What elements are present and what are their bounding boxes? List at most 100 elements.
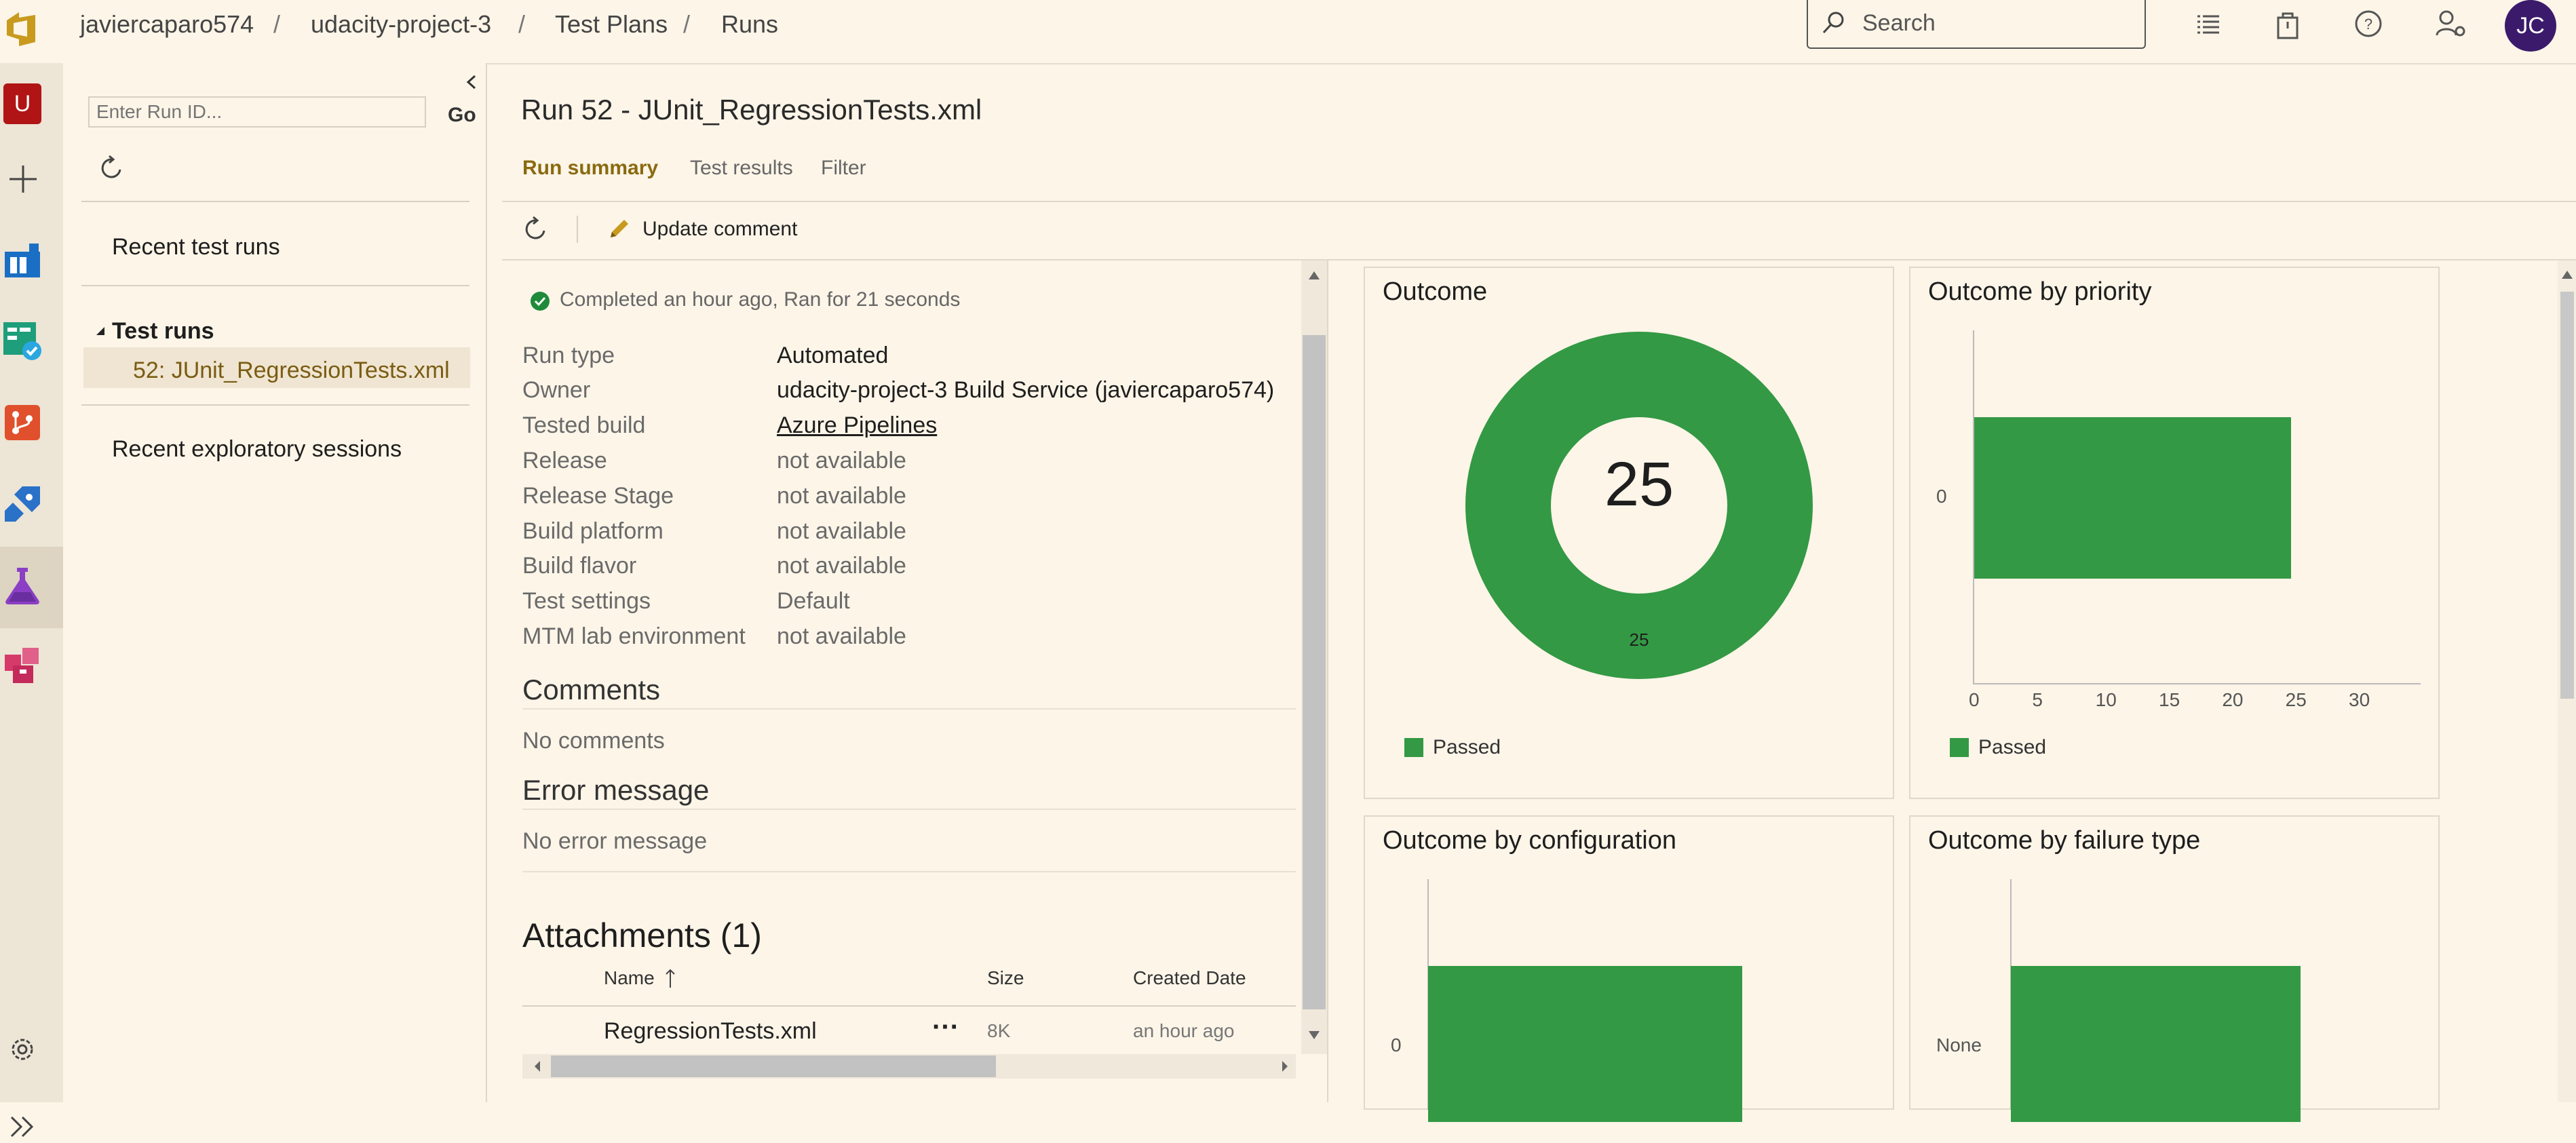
breadcrumb-org[interactable]: javiercaparo574 bbox=[80, 9, 254, 39]
org-avatar[interactable]: U bbox=[3, 83, 41, 124]
bar-passed bbox=[1974, 417, 2291, 579]
boards-icon[interactable] bbox=[2, 321, 43, 362]
x-tick-label: 10 bbox=[2095, 689, 2117, 710]
vertical-scrollbar-thumb[interactable] bbox=[1303, 335, 1326, 1009]
project-settings-gear-icon[interactable] bbox=[6, 1033, 39, 1066]
bar-passed bbox=[1428, 966, 1743, 1122]
x-tick-label: 25 bbox=[2285, 689, 2307, 710]
detail-key: MTM lab environment bbox=[522, 623, 746, 649]
update-comment-button[interactable]: Update comment bbox=[642, 216, 797, 243]
user-settings-icon[interactable] bbox=[2434, 8, 2467, 39]
page-title: Run 52 - JUnit_RegressionTests.xml bbox=[521, 94, 982, 125]
refresh-run-icon[interactable] bbox=[521, 214, 551, 244]
svg-text:?: ? bbox=[2364, 16, 2372, 33]
recent-test-runs-link[interactable]: Recent test runs bbox=[112, 232, 280, 262]
scroll-up-icon[interactable] bbox=[2560, 269, 2574, 281]
repos-icon[interactable] bbox=[3, 404, 41, 442]
attachments-column-name[interactable]: Name bbox=[604, 966, 655, 990]
expand-rail-icon[interactable] bbox=[6, 1113, 39, 1140]
toolbar-bottom-divider bbox=[502, 259, 2576, 260]
add-icon[interactable] bbox=[7, 163, 39, 195]
recent-exploratory-sessions-link[interactable]: Recent exploratory sessions bbox=[112, 434, 402, 464]
detail-value: not available bbox=[777, 448, 906, 473]
attachments-column-created[interactable]: Created Date bbox=[1133, 966, 1246, 990]
search-box[interactable] bbox=[1807, 0, 2146, 49]
search-icon bbox=[1820, 9, 1847, 37]
avatar[interactable]: JC bbox=[2505, 0, 2556, 52]
detail-key: Tested build bbox=[522, 412, 646, 438]
detail-value: not available bbox=[777, 623, 906, 649]
pencil-icon[interactable] bbox=[605, 216, 632, 243]
outcome-by-configuration-card: Outcome by configuration 0 bbox=[1364, 815, 1894, 1122]
attachment-size: 8K bbox=[987, 1020, 1011, 1041]
test-runs-header[interactable]: Test runs bbox=[112, 316, 214, 346]
horizontal-scrollbar-thumb[interactable] bbox=[551, 1055, 996, 1077]
divider bbox=[81, 404, 469, 406]
attachment-name[interactable]: RegressionTests.xml bbox=[604, 1016, 817, 1046]
breadcrumb-runs[interactable]: Runs bbox=[721, 9, 778, 39]
top-bar: javiercaparo574 / udacity-project-3 / Te… bbox=[0, 0, 2576, 64]
go-button[interactable]: Go bbox=[448, 102, 476, 129]
scroll-up-icon[interactable] bbox=[1307, 269, 1322, 282]
page-vertical-scrollbar-thumb[interactable] bbox=[2560, 292, 2574, 699]
x-tick-label: 15 bbox=[2159, 689, 2180, 710]
artifacts-icon[interactable] bbox=[2, 645, 43, 686]
marketplace-bag-icon[interactable] bbox=[2273, 8, 2303, 41]
breadcrumb-project[interactable]: udacity-project-3 bbox=[311, 9, 491, 39]
collapse-panel-icon[interactable] bbox=[461, 71, 482, 94]
help-icon[interactable]: ? bbox=[2353, 8, 2384, 39]
divider bbox=[81, 285, 469, 286]
pane-divider bbox=[1327, 260, 1328, 1102]
check-circle-icon bbox=[529, 290, 551, 312]
outcome-by-failure-type-card: Outcome by failure type None bbox=[1909, 815, 2440, 1122]
legend-swatch bbox=[1404, 738, 1423, 757]
attachments-column-size[interactable]: Size bbox=[987, 966, 1024, 990]
y-tick-label: None bbox=[1936, 1034, 1982, 1055]
x-tick-label: 5 bbox=[2032, 689, 2043, 710]
scroll-left-icon[interactable] bbox=[529, 1058, 545, 1074]
scroll-down-icon[interactable] bbox=[1307, 1028, 1322, 1042]
breadcrumb-separator: / bbox=[683, 10, 691, 38]
more-actions-icon[interactable]: ··· bbox=[932, 1012, 959, 1042]
legend-label: Passed bbox=[1433, 736, 1501, 758]
detail-key: Release Stage bbox=[522, 483, 674, 509]
task-list-icon[interactable] bbox=[2193, 9, 2223, 39]
test-plans-icon[interactable] bbox=[2, 565, 43, 606]
breadcrumb-test-plans[interactable]: Test Plans bbox=[555, 9, 668, 39]
selected-run-item[interactable]: 52: JUnit_RegressionTests.xml bbox=[133, 355, 450, 385]
chart-title: Outcome by priority bbox=[1928, 277, 2152, 306]
tab-filter[interactable]: Filter bbox=[821, 155, 866, 182]
scroll-right-icon[interactable] bbox=[1277, 1058, 1293, 1074]
tab-test-results[interactable]: Test results bbox=[690, 155, 793, 182]
tested-build-link[interactable]: Azure Pipelines bbox=[777, 410, 937, 440]
refresh-icon[interactable] bbox=[97, 153, 127, 183]
attachment-created: an hour ago bbox=[1133, 1020, 1235, 1041]
sort-ascending-icon[interactable] bbox=[664, 966, 677, 990]
toolbar-separator bbox=[577, 216, 578, 243]
y-tick-label: 0 bbox=[1391, 1034, 1402, 1055]
y-tick-label: 0 bbox=[1936, 486, 1947, 507]
divider bbox=[522, 809, 1296, 810]
search-placeholder: Search bbox=[1862, 10, 1936, 36]
pipelines-icon[interactable] bbox=[2, 484, 43, 524]
donut-center-label: 25 bbox=[1604, 450, 1674, 519]
slice-data-label: 25 bbox=[1630, 629, 1649, 650]
attachments-header: Attachments (1) bbox=[522, 916, 762, 954]
detail-value: Automated bbox=[777, 343, 889, 368]
table-row[interactable]: RegressionTests.xml ··· 8K an hour ago bbox=[522, 1007, 1296, 1054]
expand-triangle-icon[interactable] bbox=[94, 324, 107, 338]
overview-icon[interactable] bbox=[3, 241, 41, 279]
legend-label: Passed bbox=[1978, 736, 2047, 758]
detail-key: Run type bbox=[522, 343, 615, 368]
azure-devops-logo-icon[interactable] bbox=[4, 9, 39, 49]
divider bbox=[522, 708, 1296, 710]
run-id-input[interactable] bbox=[88, 96, 426, 128]
tab-run-summary[interactable]: Run summary bbox=[522, 155, 658, 182]
detail-key: Build flavor bbox=[522, 553, 637, 579]
outcome-card: Outcome 25 25 Passed bbox=[1364, 267, 1894, 799]
detail-key: Owner bbox=[522, 377, 591, 403]
org-initial: U bbox=[14, 90, 31, 117]
breadcrumb-separator: / bbox=[273, 10, 281, 38]
legend-swatch bbox=[1950, 738, 1969, 757]
chart-title: Outcome by configuration bbox=[1383, 826, 1677, 855]
